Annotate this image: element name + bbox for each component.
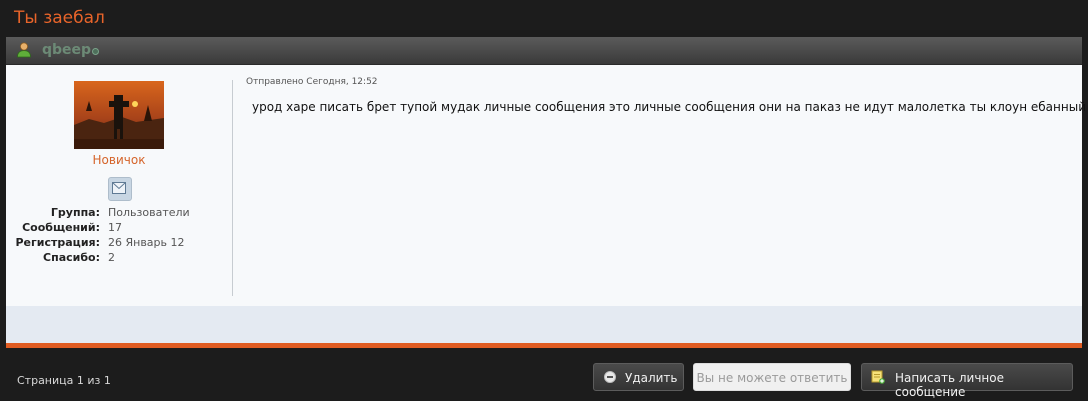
reply-button-disabled: Вы не можете ответить (693, 363, 851, 391)
stat-label: Регистрация: (15, 236, 101, 249)
compose-button-label: Написать личное сообщение (895, 371, 1004, 399)
send-pm-button[interactable] (108, 177, 132, 201)
stat-value: 26 Январь 12 (108, 236, 185, 249)
author-bar: qbeep (6, 37, 1082, 65)
post-divider (232, 80, 233, 296)
post-footer (6, 306, 1082, 343)
stat-label: Спасибо: (43, 251, 100, 264)
stat-row-posts: Сообщений: 17 (6, 221, 232, 236)
stat-row-group: Группа: Пользователи (6, 206, 232, 221)
post-body: урод харе писать брет тупой мудак личные… (252, 100, 1088, 114)
envelope-icon (112, 182, 126, 194)
minus-circle-icon (603, 370, 617, 384)
compose-message-button[interactable]: Написать личное сообщение (861, 363, 1073, 399)
author-name-link[interactable]: qbeep (42, 42, 91, 58)
stat-label: Группа: (50, 206, 100, 219)
user-icon (15, 41, 33, 59)
stat-row-thanks: Спасибо: 2 (6, 251, 232, 266)
note-add-icon (871, 370, 885, 384)
page-title: Ты заебал (14, 8, 105, 28)
page: Ты заебал qbeep Новичок Группа: Пользова… (0, 0, 1088, 401)
delete-button[interactable]: Удалить (593, 363, 684, 391)
stat-value: 17 (108, 221, 122, 234)
stat-row-registered: Регистрация: 26 Январь 12 (6, 236, 232, 251)
stat-label: Сообщений: (22, 221, 100, 234)
message-post: qbeep Новичок Группа: Пользователи Сообщ… (6, 37, 1088, 348)
avatar[interactable] (74, 81, 164, 149)
author-info: Новичок Группа: Пользователи Сообщений: … (6, 65, 232, 296)
user-rank: Новичок (92, 153, 146, 167)
stat-value: Пользователи (108, 206, 190, 219)
online-status-icon (92, 48, 99, 55)
post-date: Отправлено Сегодня, 12:52 (246, 77, 378, 87)
stat-value: 2 (108, 251, 115, 264)
delete-button-label: Удалить (625, 371, 678, 385)
pagination-info: Страница 1 из 1 (17, 374, 111, 387)
